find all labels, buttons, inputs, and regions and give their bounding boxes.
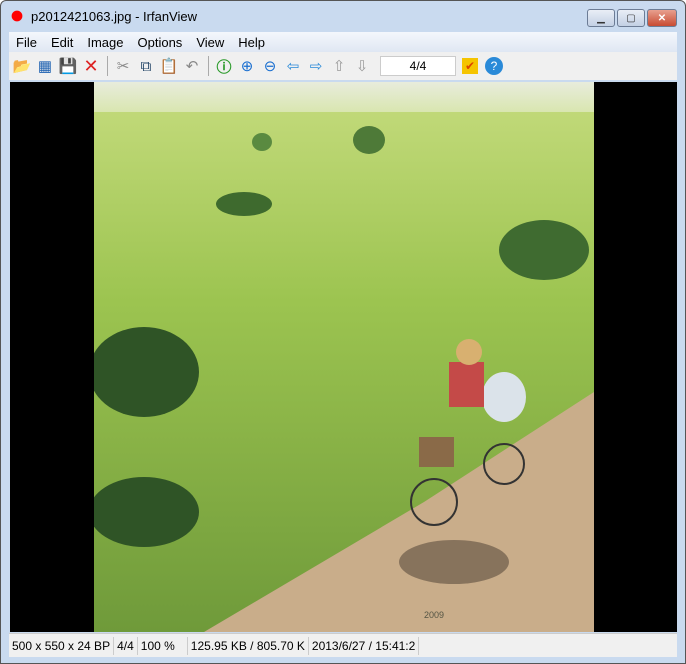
status-dimensions: 500 x 550 x 24 BP bbox=[9, 636, 115, 655]
toolbar: 📂 ▦ 💾 ✕ ✂ ⧉ 📋 ↶ ⓘ ⊕ ⊖ ⇦ ⇨ ⇧ ⇩ 4/4 ✔ ? bbox=[9, 52, 677, 80]
zoom-in-icon[interactable]: ⊕ bbox=[236, 55, 258, 77]
menu-edit[interactable]: Edit bbox=[44, 35, 80, 50]
copy-icon[interactable]: ⧉ bbox=[135, 55, 157, 77]
menu-image[interactable]: Image bbox=[80, 35, 130, 50]
status-datetime: 2013/6/27 / 15:41:2 bbox=[309, 636, 420, 655]
irfanview-window: p2012421063.jpg - IrfanView ▁ ▢ ✕ File E… bbox=[0, 0, 686, 664]
menu-view[interactable]: View bbox=[189, 35, 231, 50]
window-title: p2012421063.jpg - IrfanView bbox=[31, 8, 197, 24]
menu-help[interactable]: Help bbox=[231, 35, 272, 50]
maximize-button[interactable]: ▢ bbox=[617, 9, 645, 27]
cut-icon[interactable]: ✂ bbox=[112, 55, 134, 77]
page-input[interactable]: 4/4 bbox=[380, 56, 456, 76]
status-filesize: 125.95 KB / 805.70 K bbox=[188, 636, 309, 655]
open-folder-icon[interactable]: 📂 bbox=[11, 55, 33, 77]
undo-icon[interactable]: ↶ bbox=[181, 55, 203, 77]
status-page: 4/4 bbox=[114, 636, 138, 655]
image-viewport[interactable]: 2009 bbox=[10, 82, 677, 632]
status-bar: 500 x 550 x 24 BP 4/4 100 % 125.95 KB / … bbox=[9, 633, 677, 657]
help-icon[interactable]: ? bbox=[485, 57, 503, 75]
menu-options[interactable]: Options bbox=[131, 35, 190, 50]
watercolor-painting-image: 2009 bbox=[94, 82, 594, 632]
toolbar-separator bbox=[208, 56, 209, 76]
minimize-button[interactable]: ▁ bbox=[587, 9, 615, 27]
close-button[interactable]: ✕ bbox=[647, 9, 677, 27]
next-icon[interactable]: ⇨ bbox=[305, 55, 327, 77]
last-icon[interactable]: ⇩ bbox=[351, 55, 373, 77]
previous-icon[interactable]: ⇦ bbox=[282, 55, 304, 77]
delete-icon[interactable]: ✕ bbox=[80, 55, 102, 77]
painting-signature: 2009 bbox=[424, 610, 444, 620]
properties-checkbox-icon[interactable]: ✔ bbox=[462, 58, 478, 74]
menu-bar: File Edit Image Options View Help bbox=[9, 32, 677, 52]
first-icon[interactable]: ⇧ bbox=[328, 55, 350, 77]
title-bar: p2012421063.jpg - IrfanView ▁ ▢ ✕ bbox=[1, 1, 685, 31]
toolbar-separator bbox=[107, 56, 108, 76]
menu-file[interactable]: File bbox=[9, 35, 44, 50]
paste-icon[interactable]: 📋 bbox=[158, 55, 180, 77]
zoom-out-icon[interactable]: ⊖ bbox=[259, 55, 281, 77]
info-icon[interactable]: ⓘ bbox=[213, 55, 235, 77]
irfanview-app-icon bbox=[9, 8, 25, 24]
slideshow-icon[interactable]: ▦ bbox=[34, 55, 56, 77]
status-zoom: 100 % bbox=[138, 636, 188, 655]
save-icon[interactable]: 💾 bbox=[57, 55, 79, 77]
